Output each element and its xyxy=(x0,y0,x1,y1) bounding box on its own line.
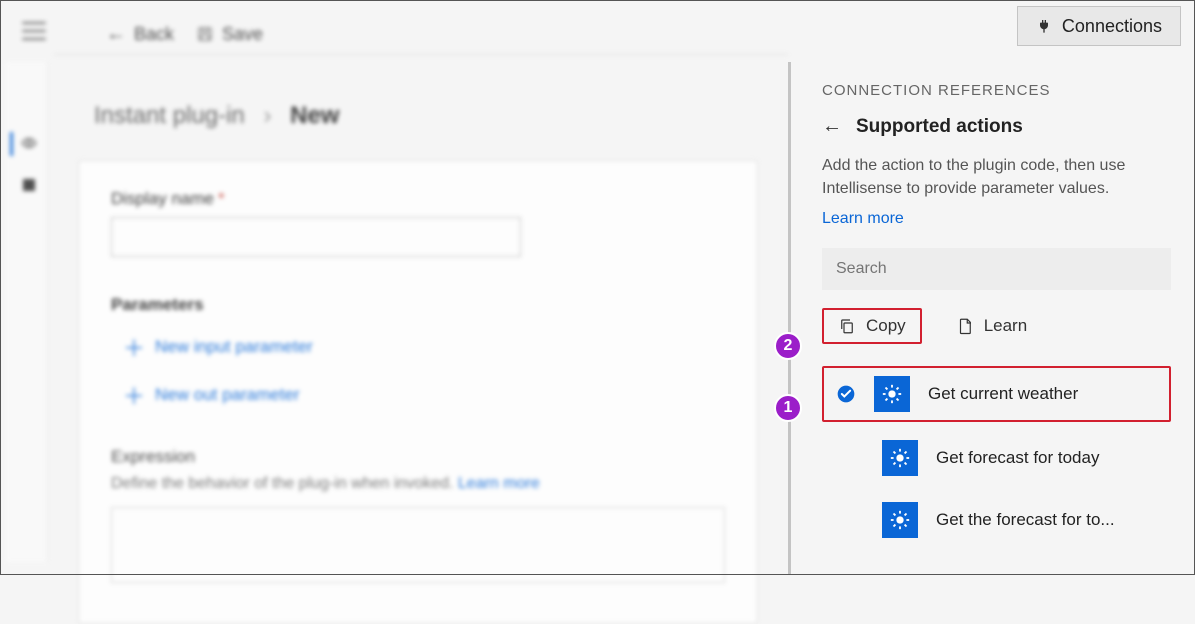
callout-badge-2: 2 xyxy=(774,332,802,360)
save-label: Save xyxy=(222,24,263,45)
new-input-parameter-button[interactable]: ＋ New input parameter xyxy=(123,331,313,363)
expression-editor[interactable] xyxy=(111,507,725,583)
breadcrumb: Instant plug-in › New xyxy=(94,102,339,130)
save-button[interactable]: Save xyxy=(196,24,263,45)
connections-label: Connections xyxy=(1062,16,1162,37)
pane-divider[interactable] xyxy=(788,62,791,575)
breadcrumb-root[interactable]: Instant plug-in xyxy=(94,102,245,129)
weather-icon xyxy=(882,502,918,538)
weather-icon xyxy=(882,440,918,476)
action-label: Get forecast for today xyxy=(936,448,1099,468)
plugin-form-panel: Display name* Parameters ＋ New input par… xyxy=(78,160,758,624)
action-label: Get current weather xyxy=(928,384,1078,404)
right-back-arrow-icon[interactable]: ← xyxy=(822,115,842,138)
expression-learn-more-link[interactable]: Learn more xyxy=(458,475,540,492)
actions-search-input[interactable] xyxy=(822,248,1171,290)
plus-icon: ＋ xyxy=(123,331,145,363)
callout-badge-1: 1 xyxy=(774,394,802,422)
back-button[interactable]: ← Back xyxy=(106,23,174,46)
action-item-get-forecast-truncated[interactable]: Get the forecast for to... xyxy=(870,494,1171,546)
weather-icon xyxy=(874,376,910,412)
supported-actions-title: Supported actions xyxy=(856,116,1023,138)
right-pane: CONNECTION REFERENCES ← Supported action… xyxy=(798,54,1195,575)
actions-list: Get current weather Get forecast for tod… xyxy=(822,366,1171,546)
copy-button[interactable]: Copy xyxy=(822,308,922,344)
right-pane-heading: CONNECTION REFERENCES xyxy=(822,82,1171,99)
breadcrumb-current: New xyxy=(290,102,339,129)
plug-icon xyxy=(1036,18,1052,34)
breadcrumb-separator-icon: › xyxy=(263,102,271,129)
rail-item-1-icon[interactable] xyxy=(20,134,38,157)
required-indicator: * xyxy=(218,189,225,208)
command-bar: ← Back Save xyxy=(106,18,776,50)
right-learn-more-link[interactable]: Learn more xyxy=(822,210,904,228)
hamburger-menu-icon[interactable] xyxy=(22,22,46,40)
parameters-heading: Parameters xyxy=(111,295,725,315)
display-name-input[interactable] xyxy=(111,217,521,257)
plus-icon: ＋ xyxy=(123,379,145,411)
top-separator xyxy=(54,54,788,55)
document-icon xyxy=(956,316,974,336)
copy-icon xyxy=(838,316,856,336)
action-item-get-forecast-today[interactable]: Get forecast for today xyxy=(870,432,1171,484)
rail-active-indicator xyxy=(10,132,13,156)
left-nav-rail xyxy=(6,62,48,562)
rail-item-2-icon[interactable] xyxy=(20,176,38,199)
display-name-label: Display name* xyxy=(111,189,725,209)
action-label: Get the forecast for to... xyxy=(936,510,1115,530)
learn-button[interactable]: Learn xyxy=(940,308,1043,344)
selected-check-icon xyxy=(836,384,856,404)
expression-heading: Expression xyxy=(111,447,725,467)
new-out-parameter-button[interactable]: ＋ New out parameter xyxy=(123,379,300,411)
save-icon xyxy=(196,25,214,43)
back-arrow-icon: ← xyxy=(106,23,126,46)
right-description: Add the action to the plugin code, then … xyxy=(822,154,1171,200)
connections-button[interactable]: Connections xyxy=(1017,6,1181,46)
back-label: Back xyxy=(134,24,174,45)
action-item-get-current-weather[interactable]: Get current weather xyxy=(822,366,1171,422)
expression-description: Define the behavior of the plug-in when … xyxy=(111,475,725,493)
